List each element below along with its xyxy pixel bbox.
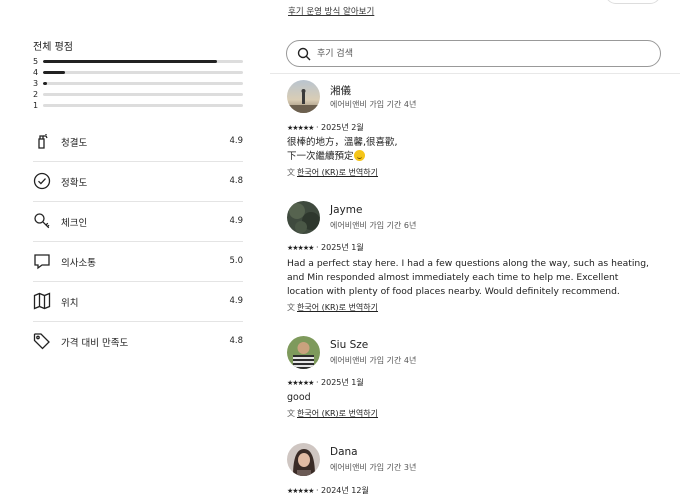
review-date: 2025년 1월: [321, 378, 364, 387]
smile-emoji-icon: [353, 150, 365, 161]
reviewer-tenure: 에어비앤비 가입 기간 4년: [330, 356, 417, 365]
reviewer-name: Dana: [330, 446, 358, 458]
review-date: 2025년 2월: [321, 123, 364, 132]
search-input[interactable]: [317, 46, 637, 61]
category-label: 체크인: [61, 218, 88, 229]
review-search-box[interactable]: [286, 40, 661, 67]
spray-bottle-icon: [33, 132, 51, 150]
rating-bar-track: [43, 60, 243, 63]
review-date: 2024년 12월: [321, 486, 369, 495]
review-text-line: 下一次繼續預定: [287, 150, 657, 164]
category-label: 정확도: [61, 178, 88, 189]
rating-bar-track: [43, 93, 243, 96]
star-rating: ★★★★★: [287, 379, 314, 387]
category-score: 5.0: [229, 256, 243, 266]
review-text: good: [287, 392, 311, 403]
category-score: 4.9: [229, 136, 243, 146]
rating-row-stars: 2: [33, 90, 39, 99]
translate-icon: 文: [287, 168, 295, 177]
rating-row: 2: [33, 89, 243, 100]
rating-row: 4: [33, 67, 243, 78]
review-date: 2025년 1월: [321, 243, 364, 252]
rating-distribution: 5 4 3 2 1: [33, 56, 243, 111]
translate-link[interactable]: 文 한국어 (KR)로 번역하기: [287, 302, 378, 313]
category-score: 4.8: [229, 176, 243, 186]
category-location: 위치 4.9: [33, 282, 243, 322]
category-score: 4.9: [229, 296, 243, 306]
star-rating: ★★★★★: [287, 487, 314, 495]
review-text-line: 很棒的地方，溫馨,很喜歡,: [287, 137, 398, 148]
translate-label: 한국어 (KR)로 번역하기: [297, 303, 379, 312]
rating-bar-fill: [43, 71, 65, 74]
star-rating: ★★★★★: [287, 244, 314, 252]
rating-row-stars: 1: [33, 101, 39, 110]
rating-bar-track: [43, 71, 243, 74]
reviewer-name: Siu Sze: [330, 339, 369, 351]
top-cut-off-row: ★: [33, 0, 93, 4]
review-meta: ★★★★★ · 2025년 2월: [287, 122, 364, 133]
category-score: 4.9: [229, 216, 243, 226]
review-meta: ★★★★★ · 2025년 1월: [287, 242, 364, 253]
translate-link[interactable]: 文 한국어 (KR)로 번역하기: [287, 167, 378, 178]
rating-bar-fill: [43, 82, 47, 85]
reviewer-tenure: 에어비앤비 가입 기간 4년: [330, 100, 417, 109]
category-communication: 의사소통 5.0: [33, 242, 243, 282]
price-tag-icon: [33, 332, 51, 350]
top-pill-button[interactable]: [605, 0, 661, 4]
category-score: 4.8: [229, 336, 243, 346]
review-meta: ★★★★★ · 2025년 1월: [287, 377, 364, 388]
category-label: 가격 대비 만족도: [61, 338, 129, 349]
avatar[interactable]: [287, 443, 320, 476]
review-meta: ★★★★★ · 2024년 12월: [287, 485, 369, 496]
category-checkin: 체크인 4.9: [33, 202, 243, 242]
category-label: 청결도: [61, 138, 88, 149]
reviewer-name: Jayme: [330, 204, 363, 216]
rating-row-stars: 5: [33, 57, 39, 66]
chat-bubble-icon: [33, 252, 51, 270]
translate-link[interactable]: 文 한국어 (KR)로 번역하기: [287, 408, 378, 419]
translate-label: 한국어 (KR)로 번역하기: [297, 168, 379, 177]
rating-row-stars: 3: [33, 79, 39, 88]
star-icon: ★: [33, 0, 43, 3]
category-accuracy: 정확도 4.8: [33, 162, 243, 202]
category-value: 가격 대비 만족도 4.8: [33, 322, 243, 362]
translate-label: 한국어 (KR)로 번역하기: [297, 409, 379, 418]
review-text-line-part: 下一次繼續預定: [287, 151, 354, 162]
translate-icon: 文: [287, 303, 295, 312]
review-text: Had a perfect stay here. I had a few que…: [287, 258, 649, 297]
rating-bar-fill: [43, 60, 217, 63]
search-icon: [297, 47, 311, 61]
divider: [270, 73, 680, 74]
star-rating: ★★★★★: [287, 124, 314, 132]
key-icon: [33, 212, 51, 230]
rating-bar-track: [43, 82, 243, 85]
overall-rating-title: 전체 평점: [33, 42, 73, 53]
translate-icon: 文: [287, 409, 295, 418]
rating-row: 5: [33, 56, 243, 67]
category-label: 의사소통: [61, 258, 96, 269]
category-cleanliness: 청결도 4.9: [33, 122, 243, 162]
rating-row-stars: 4: [33, 68, 39, 77]
rating-row: 3: [33, 78, 243, 89]
check-circle-icon: [33, 172, 51, 190]
rating-bar-track: [43, 104, 243, 107]
rating-row: 1: [33, 100, 243, 111]
review-text: 很棒的地方，溫馨,很喜歡, 下一次繼續預定: [287, 136, 657, 164]
avatar[interactable]: [287, 80, 320, 113]
reviewer-tenure: 에어비앤비 가입 기간 3년: [330, 463, 417, 472]
avatar[interactable]: [287, 201, 320, 234]
category-label: 위치: [61, 298, 79, 309]
reviewer-tenure: 에어비앤비 가입 기간 6년: [330, 221, 417, 230]
category-ratings: 청결도 4.9 정확도 4.8 체크인 4.9 의사소통 5.0 위치 4.9 …: [33, 122, 243, 362]
map-icon: [33, 292, 51, 310]
reviewer-name: 湘儀: [330, 85, 351, 97]
review-policy-link[interactable]: 후기 운영 방식 알아보기: [288, 5, 374, 17]
avatar[interactable]: [287, 336, 320, 369]
